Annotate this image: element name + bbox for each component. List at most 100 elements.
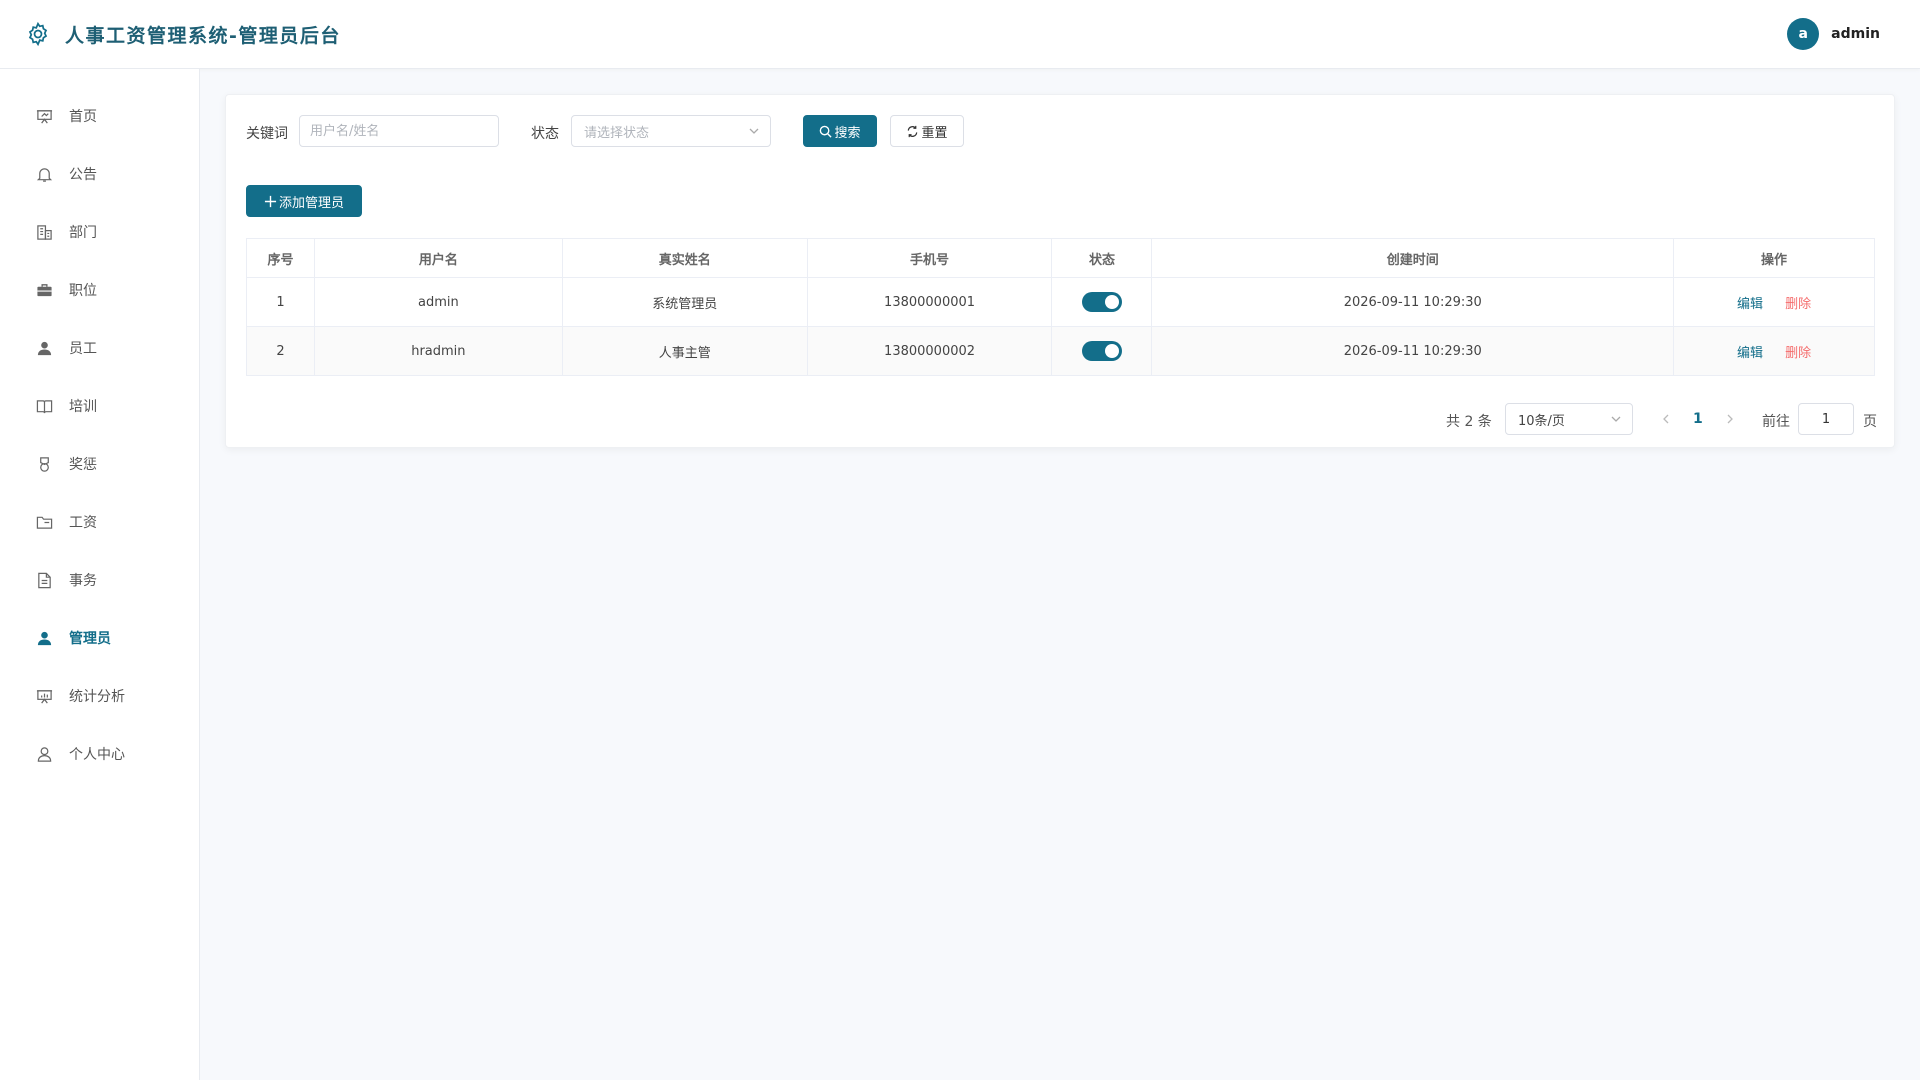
- delete-button[interactable]: 删除: [1785, 297, 1811, 312]
- home-icon: [35, 107, 53, 125]
- delete-button[interactable]: 删除: [1785, 346, 1811, 361]
- chevron-down-icon: [1610, 413, 1622, 425]
- edit-button[interactable]: 编辑: [1737, 346, 1763, 361]
- add-admin-button[interactable]: 添加管理员: [246, 185, 362, 217]
- sidebar-item-label: 职位: [69, 283, 97, 299]
- sidebar: 首页 公告 部门 职位 员工 培训 奖惩 工资 事务 管理员 统计分析 个人中心: [0, 69, 200, 1080]
- cell-realname: 系统管理员: [561, 277, 808, 327]
- page-size-value: 10条/页: [1518, 413, 1565, 429]
- column-header-index: 序号: [246, 238, 315, 278]
- content-card: 关键词 状态 请选择状态 搜索 重置 添加管理员 序号 用户名 真实姓名 手机号…: [225, 94, 1895, 448]
- page-suffix: 页: [1863, 414, 1877, 430]
- keyword-label: 关键词: [246, 126, 288, 142]
- folder-icon: [35, 513, 53, 531]
- search-button[interactable]: 搜索: [803, 115, 877, 147]
- reset-button-label: 重置: [921, 125, 948, 141]
- cell-username: admin: [313, 277, 563, 327]
- chart-board-icon: [35, 687, 53, 705]
- sidebar-item-department[interactable]: 部门: [0, 208, 199, 256]
- status-toggle[interactable]: [1081, 292, 1122, 312]
- cell-created: 2026-09-11 10:29:30: [1151, 326, 1675, 376]
- reset-button[interactable]: 重置: [890, 115, 964, 147]
- edit-button[interactable]: 编辑: [1737, 297, 1763, 312]
- building-icon: [35, 223, 53, 241]
- sidebar-item-label: 部门: [69, 225, 97, 241]
- cell-phone: 13800000001: [806, 277, 1053, 327]
- column-header-realname: 真实姓名: [561, 238, 808, 278]
- status-label: 状态: [531, 126, 559, 142]
- sidebar-item-label: 统计分析: [69, 689, 125, 705]
- search-icon: [819, 125, 833, 138]
- refresh-icon: [906, 125, 919, 138]
- status-placeholder: 请选择状态: [584, 125, 650, 141]
- cell-status: [1051, 277, 1153, 327]
- sidebar-item-label: 员工: [69, 341, 97, 357]
- column-header-phone: 手机号: [806, 238, 1053, 278]
- top-header: 人事工资管理系统-管理员后台 a admin: [0, 0, 1920, 69]
- status-select[interactable]: 请选择状态: [571, 115, 771, 147]
- medal-icon: [35, 455, 53, 473]
- search-button-label: 搜索: [834, 125, 861, 141]
- avatar[interactable]: a: [1787, 18, 1820, 50]
- brand: 人事工资管理系统-管理员后台: [25, 21, 341, 48]
- sidebar-item-admin[interactable]: 管理员: [0, 614, 199, 662]
- sidebar-item-label: 管理员: [69, 631, 111, 647]
- prev-page-icon[interactable]: [1660, 413, 1672, 425]
- admin-table: 序号 用户名 真实姓名 手机号 状态 创建时间 操作 1 admin 系统管理员…: [246, 238, 1875, 376]
- goto-label: 前往: [1762, 414, 1790, 430]
- book-icon: [35, 397, 53, 415]
- bell-icon: [35, 165, 53, 183]
- sidebar-item-home[interactable]: 首页: [0, 92, 199, 140]
- gear-icon: [25, 21, 51, 47]
- sidebar-item-label: 个人中心: [69, 747, 125, 763]
- cell-index: 1: [246, 277, 315, 327]
- sidebar-item-statistics[interactable]: 统计分析: [0, 672, 199, 720]
- chevron-down-icon: [748, 125, 760, 137]
- user-icon: [35, 339, 53, 357]
- sidebar-item-salary[interactable]: 工资: [0, 498, 199, 546]
- table-row: 1 admin 系统管理员 13800000001 2026-09-11 10:…: [246, 277, 1875, 327]
- sidebar-item-notice[interactable]: 公告: [0, 150, 199, 198]
- app-title: 人事工资管理系统-管理员后台: [65, 24, 341, 47]
- document-icon: [35, 571, 53, 589]
- toggle-knob: [1104, 295, 1119, 309]
- sidebar-item-employee[interactable]: 员工: [0, 324, 199, 372]
- cell-actions: 编辑 删除: [1673, 326, 1875, 376]
- sidebar-item-profile[interactable]: 个人中心: [0, 730, 199, 778]
- next-page-icon[interactable]: [1724, 413, 1736, 425]
- column-header-status: 状态: [1051, 238, 1153, 278]
- cell-status: [1051, 326, 1153, 376]
- sidebar-item-label: 培训: [69, 399, 97, 415]
- toggle-knob: [1104, 344, 1119, 358]
- briefcase-icon: [35, 281, 53, 299]
- status-toggle[interactable]: [1081, 341, 1122, 361]
- sidebar-item-label: 事务: [69, 573, 97, 589]
- admin-user-icon: [35, 629, 53, 647]
- cell-username: hradmin: [313, 326, 563, 376]
- user-menu[interactable]: a admin: [1787, 18, 1880, 50]
- cell-created: 2026-09-11 10:29:30: [1151, 277, 1675, 327]
- person-outline-icon: [35, 745, 53, 763]
- sidebar-item-position[interactable]: 职位: [0, 266, 199, 314]
- table-row: 2 hradmin 人事主管 13800000002 2026-09-11 10…: [246, 326, 1875, 376]
- sidebar-item-label: 首页: [69, 109, 97, 125]
- sidebar-item-label: 工资: [69, 515, 97, 531]
- sidebar-item-reward[interactable]: 奖惩: [0, 440, 199, 488]
- page-size-select[interactable]: 10条/页: [1505, 403, 1633, 435]
- sidebar-item-training[interactable]: 培训: [0, 382, 199, 430]
- pagination-total: 共 2 条: [1446, 414, 1492, 430]
- cell-realname: 人事主管: [561, 326, 808, 376]
- cell-actions: 编辑 删除: [1673, 277, 1875, 327]
- plus-icon: [264, 195, 277, 208]
- column-header-actions: 操作: [1673, 238, 1875, 278]
- current-page-number[interactable]: 1: [1693, 411, 1703, 427]
- user-name[interactable]: admin: [1831, 26, 1880, 42]
- column-header-created: 创建时间: [1151, 238, 1675, 278]
- sidebar-item-label: 奖惩: [69, 457, 97, 473]
- goto-page-input[interactable]: [1798, 403, 1854, 435]
- sidebar-item-label: 公告: [69, 167, 97, 183]
- cell-index: 2: [246, 326, 315, 376]
- keyword-input[interactable]: [299, 115, 499, 147]
- table-header-row: 序号 用户名 真实姓名 手机号 状态 创建时间 操作: [246, 238, 1875, 278]
- sidebar-item-affairs[interactable]: 事务: [0, 556, 199, 604]
